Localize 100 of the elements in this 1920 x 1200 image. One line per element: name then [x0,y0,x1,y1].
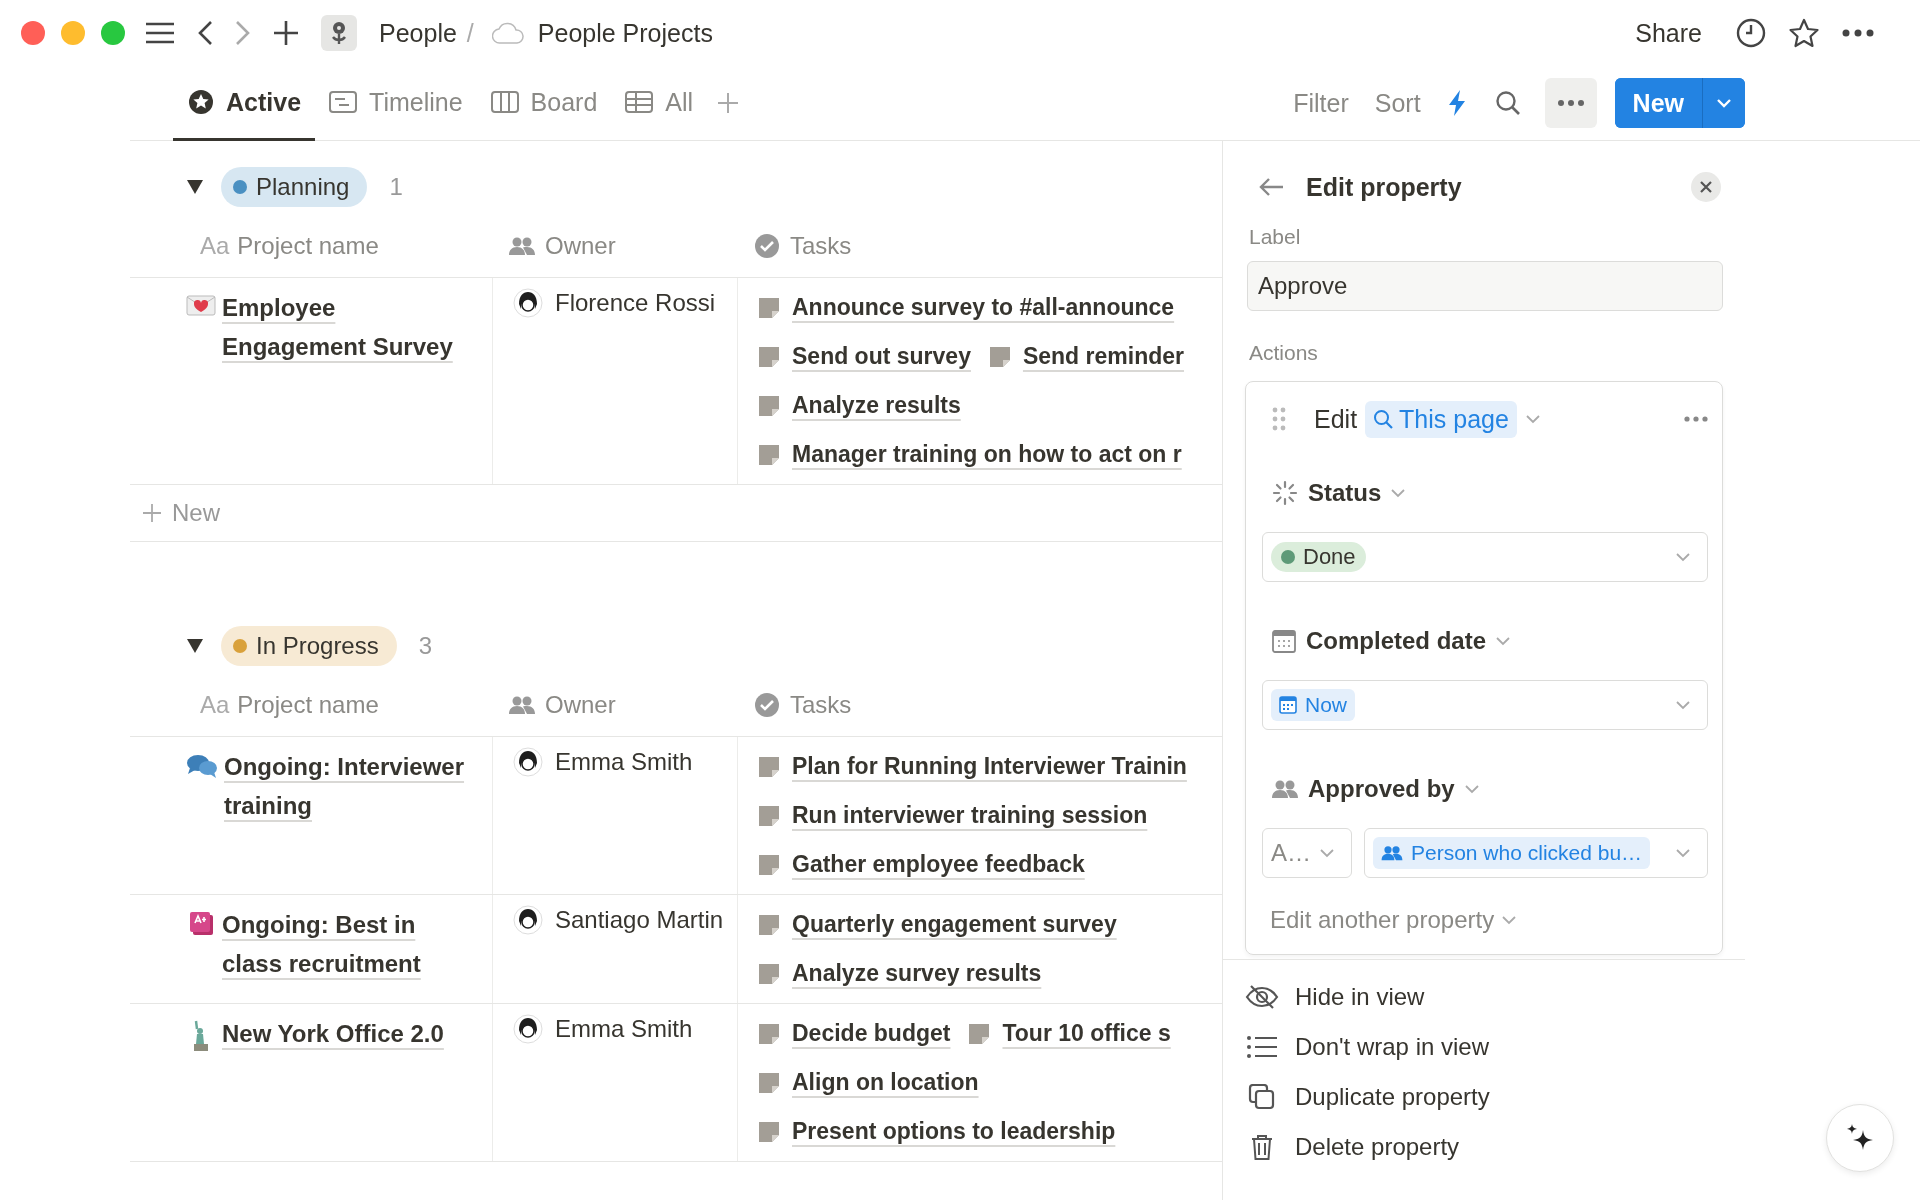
chevron-down-icon [1716,98,1732,108]
breadcrumb-link[interactable]: People [379,18,457,48]
column-header[interactable]: Owner [545,232,616,260]
list-icon [1245,1034,1279,1060]
flower-icon[interactable] [321,15,357,51]
plus-icon[interactable] [273,20,299,46]
lightning-icon[interactable] [1446,89,1467,117]
view-tab[interactable]: All [611,66,708,141]
ai-assistant-button[interactable] [1826,1104,1894,1172]
new-dropdown-button[interactable] [1702,78,1745,128]
back-icon[interactable] [197,20,213,46]
close-icon[interactable] [1691,172,1721,202]
task-link[interactable]: Manager training on how to act on r [792,441,1182,468]
page-icon [758,962,780,985]
operator-select[interactable]: A… [1262,828,1352,878]
column-header[interactable]: Owner [545,691,616,719]
group-count: 1 [389,173,403,201]
menu-item[interactable]: Duplicate property [1245,1072,1745,1122]
property-name[interactable]: Completed date [1306,627,1487,655]
group-name: In Progress [256,632,379,660]
task-link[interactable]: Send out survey [792,343,971,370]
people-icon [1272,779,1298,799]
column-header[interactable]: Project name [237,691,379,719]
value-select[interactable]: Done [1262,532,1708,582]
avatar-icon [513,747,543,777]
project-title-link[interactable]: New York Office 2.0 [222,1014,480,1053]
column-header[interactable]: Project name [237,232,379,260]
menu-item[interactable]: Delete property [1245,1122,1745,1172]
status-icon [1272,480,1298,506]
eye-slash-icon [1245,984,1279,1010]
filter-button[interactable]: Filter [1293,88,1349,118]
share-button[interactable]: Share [1635,18,1702,48]
text-type-label: Aa [200,691,230,719]
chevron-down-icon [1502,915,1517,925]
collapse-triangle-icon[interactable] [187,639,203,653]
page-icon [968,1022,991,1045]
column-header[interactable]: Tasks [790,691,852,719]
page-icon [758,804,780,827]
more-button[interactable] [1544,78,1597,128]
page-icon [758,1022,780,1045]
more-icon[interactable] [1842,29,1874,37]
drag-handle-icon[interactable] [1272,407,1286,431]
task-link[interactable]: Analyze results [792,392,961,419]
cloud-icon [491,22,524,44]
page-icon [758,443,780,466]
task-link[interactable]: Quarterly engagement survey [792,911,1117,938]
chevron-down-icon [1319,848,1335,858]
star-icon[interactable] [1788,18,1820,48]
project-title-link[interactable]: Ongoing: Interviewer training [224,747,480,825]
section-label: Label [1249,225,1302,249]
timeline-icon [329,90,358,114]
property-name[interactable]: Status [1308,479,1382,507]
text-type-label: Aa [200,232,230,260]
task-link[interactable]: Send reminder [1022,343,1184,370]
collapse-triangle-icon[interactable] [187,180,203,194]
calendar-icon [1272,629,1296,653]
project-title-link[interactable]: Employee Engagement Survey [222,288,480,366]
avatar-icon [513,1014,543,1044]
task-link[interactable]: Tour 10 office s [1002,1020,1171,1047]
project-title-link[interactable]: Ongoing: Best in class recruitment [222,905,480,983]
page-icon [758,296,780,319]
people-icon [1381,845,1403,861]
view-tab[interactable]: Board [476,66,612,141]
add-property-button[interactable]: Edit another property [1262,900,1708,940]
value-text: Now [1305,693,1347,717]
task-link[interactable]: Align on location [792,1069,979,1096]
search-icon[interactable] [1494,90,1521,116]
task-link[interactable]: Announce survey to #all-announce [792,294,1175,321]
property-name[interactable]: Approved by [1308,775,1455,803]
page-title[interactable]: People Projects [537,18,713,48]
checkmark-icon [754,233,780,259]
more-icon [1557,100,1584,106]
menu-icon[interactable] [145,21,175,45]
task-link[interactable]: Gather employee feedback [792,851,1085,878]
clock-icon[interactable] [1736,18,1766,48]
view-tab[interactable]: Active [173,66,316,141]
table-icon [625,90,654,114]
page-icon [758,394,780,417]
column-header[interactable]: Tasks [790,232,852,260]
avatar-icon [513,905,543,935]
group-count: 3 [418,632,433,660]
label-input[interactable]: Approve [1247,261,1723,311]
board-icon [490,90,519,114]
task-link[interactable]: Analyze survey results [792,960,1042,987]
breadcrumb-separator: / [466,18,474,48]
task-link[interactable]: Present options to leadership [792,1118,1116,1145]
sort-button[interactable]: Sort [1374,88,1421,118]
menu-item[interactable]: Hide in view [1245,972,1745,1022]
task-link[interactable]: Decide budget [792,1020,951,1047]
task-link[interactable]: Plan for Running Interviewer Trainin [792,753,1187,780]
grade-card-icon [188,911,214,937]
view-tab[interactable]: Timeline [315,66,477,141]
page-icon [758,1120,780,1143]
back-arrow-icon[interactable] [1258,177,1284,197]
task-link[interactable]: Run interviewer training session [792,802,1148,829]
chevron-down-icon [1675,848,1691,858]
menu-item[interactable]: Don't wrap in view [1245,1022,1745,1072]
owner-name: Florence Rossi [555,288,716,318]
page-icon [988,345,1011,368]
close-window-icon[interactable] [21,21,45,45]
